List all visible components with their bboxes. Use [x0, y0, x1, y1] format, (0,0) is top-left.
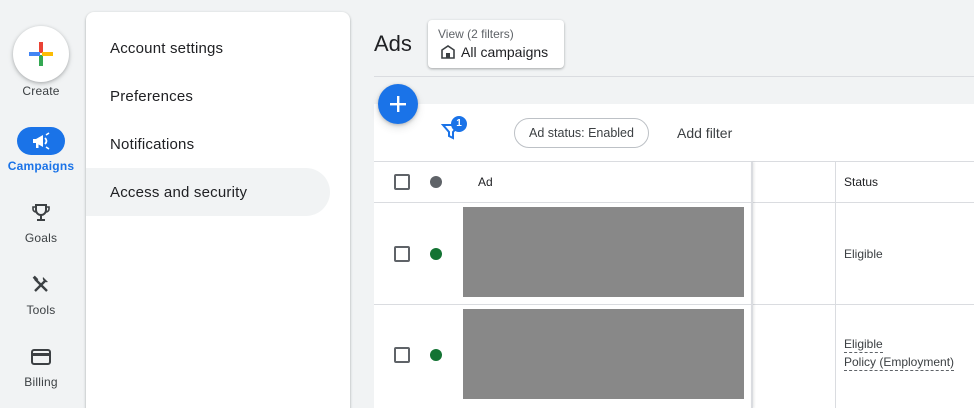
filter-count-badge: 1 — [451, 116, 467, 132]
nav-campaigns[interactable] — [17, 127, 65, 155]
add-filter-button[interactable]: Add filter — [677, 125, 732, 141]
row-checkbox[interactable] — [394, 246, 410, 262]
add-ad-button[interactable] — [378, 84, 418, 124]
frozen-column-divider[interactable] — [751, 162, 753, 408]
building-icon — [441, 45, 455, 59]
view-label: All campaigns — [461, 44, 549, 60]
view-filters-count: View (2 filters) — [438, 27, 514, 41]
select-all-checkbox[interactable] — [394, 174, 410, 190]
nav-tools[interactable] — [17, 271, 65, 299]
app-root: Create Campaigns Goals Tools Billing Acc… — [0, 0, 974, 408]
status-dot-header — [430, 176, 442, 188]
row-policy-note[interactable]: Policy (Employment) — [844, 355, 955, 371]
ad-preview-placeholder[interactable] — [463, 309, 744, 399]
nav-billing-label[interactable]: Billing — [0, 375, 82, 389]
row-status: Eligible — [844, 247, 883, 261]
nav-goals-label[interactable]: Goals — [0, 231, 82, 245]
credit-card-icon — [31, 349, 51, 365]
menu-item-access-and-security[interactable]: Access and security — [86, 168, 330, 216]
column-header-status[interactable]: Status — [844, 175, 878, 189]
nav-goals[interactable] — [17, 199, 65, 227]
menu-item-preferences[interactable]: Preferences — [86, 72, 330, 120]
row-status[interactable]: Eligible — [844, 337, 883, 353]
table-header-bottom-line — [374, 202, 974, 203]
ad-preview-placeholder[interactable] — [463, 207, 744, 297]
tools-icon — [32, 275, 48, 292]
plus-icon — [390, 96, 406, 112]
view-selector-main: All campaigns — [441, 44, 548, 60]
megaphone-icon — [33, 132, 50, 150]
create-label: Create — [22, 84, 60, 98]
view-selector[interactable]: View (2 filters) All campaigns — [428, 20, 564, 68]
settings-menu: Account settings Preferences Notificatio… — [86, 12, 350, 408]
plus-multicolor-icon — [29, 42, 53, 66]
ad-status-filter-chip[interactable]: Ad status: Enabled — [514, 118, 649, 148]
menu-item-notifications[interactable]: Notifications — [86, 120, 330, 168]
left-rail: Create Campaigns Goals Tools Billing — [0, 0, 82, 408]
status-dot-enabled — [430, 349, 442, 361]
trophy-icon — [32, 204, 50, 221]
row-checkbox[interactable] — [394, 347, 410, 363]
create-button[interactable] — [13, 26, 69, 82]
column-header-ad[interactable]: Ad — [478, 175, 493, 189]
table-row-divider — [374, 304, 974, 305]
table-header-top-line — [374, 161, 974, 162]
status-dot-enabled — [430, 248, 442, 260]
nav-campaigns-label[interactable]: Campaigns — [0, 159, 82, 173]
nav-tools-label[interactable]: Tools — [0, 303, 82, 317]
page-title: Ads — [374, 31, 412, 56]
column-divider — [835, 162, 836, 408]
nav-billing[interactable] — [17, 343, 65, 371]
menu-item-account-settings[interactable]: Account settings — [86, 24, 330, 72]
header-divider — [374, 76, 974, 77]
